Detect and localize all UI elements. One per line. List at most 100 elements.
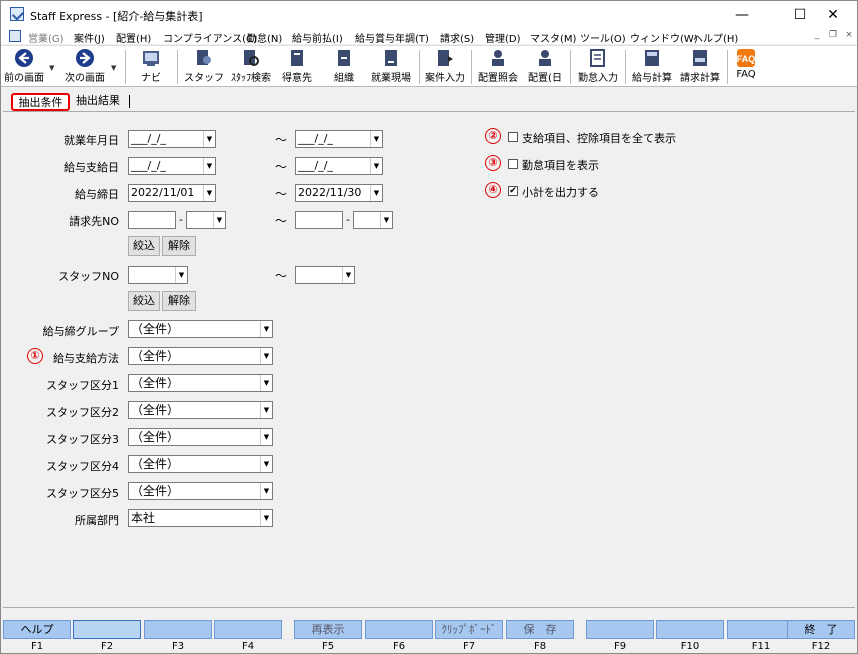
menu-compliance[interactable]: コンプライアンス(C) (163, 30, 257, 45)
closing-date-from[interactable]: 2022/11/01 ▼ (128, 184, 216, 202)
closing-date-label: 給与締日 (75, 188, 119, 201)
work-date-from[interactable]: ___/_/_ ▼ (128, 130, 216, 148)
show-attendance-label[interactable]: 勤怠項目を表示 (522, 157, 599, 173)
marker-1: ① (27, 348, 43, 364)
faq-button[interactable]: FAQ FAQ (731, 48, 761, 86)
close-button[interactable]: ✕ (811, 1, 855, 29)
f4-button[interactable] (214, 620, 282, 639)
back-button[interactable]: 前の画面 (3, 48, 45, 86)
staff-class4-label: スタッフ区分4 (46, 460, 119, 473)
menu-attendance[interactable]: 勤怠(N) (247, 30, 282, 45)
mdi-close-button[interactable]: × (843, 30, 855, 42)
staff-no-from[interactable]: ▼ (128, 266, 188, 284)
toolbar: 前の画面 ▼ 次の画面 ▼ ナビ スタッフ ｽﾀｯﾌ検索 得意先 組織 就業現場… (1, 45, 857, 87)
f10-button[interactable] (656, 620, 724, 639)
staff-button[interactable]: スタッフ (183, 48, 225, 86)
billing-calc-icon (693, 50, 707, 66)
f7-clipboard-button[interactable]: ｸﾘｯﾌﾟﾎﾞｰﾄﾞ (435, 620, 503, 639)
client-clear-button[interactable]: 解除 (162, 236, 196, 256)
staff-label: スタッフ (184, 73, 224, 84)
f8-save-button[interactable]: 保 存 (506, 620, 574, 639)
back-arrow-icon (15, 49, 33, 67)
forward-button[interactable]: 次の画面 (61, 48, 109, 86)
client-narrow-button[interactable]: 絞込 (128, 236, 160, 256)
title-bar: Staff Express - [紹介-給与集計表] — ☐ ✕ (1, 1, 857, 29)
workplace-label: 就業現場 (371, 73, 411, 84)
work-date-to[interactable]: ___/_/_ ▼ (295, 130, 383, 148)
placement-day-button[interactable]: 配置(日 (525, 48, 565, 86)
f1-help-button[interactable]: ヘルプ (3, 620, 71, 639)
staff-search-button[interactable]: ｽﾀｯﾌ検索 (229, 48, 273, 86)
f11-button[interactable] (727, 620, 795, 639)
f6-button[interactable] (365, 620, 433, 639)
billing-calc-button[interactable]: 請求計算 (677, 48, 723, 86)
attendance-input-button[interactable]: 勤怠入力 (575, 48, 621, 86)
placement-query-button[interactable]: 配置照会 (475, 48, 521, 86)
staff-class5-select[interactable]: （全件） ▼ (128, 482, 273, 500)
closing-group-select[interactable]: （全件） ▼ (128, 320, 273, 338)
client-no-from-branch[interactable]: ▼ (186, 211, 226, 229)
client-no-from-input[interactable] (128, 211, 176, 229)
case-input-icon (438, 50, 453, 66)
minimize-button[interactable]: — (720, 1, 764, 29)
staff-narrow-button[interactable]: 絞込 (128, 291, 160, 311)
f12-exit-button[interactable]: 終 了 (787, 620, 855, 639)
menu-payroll[interactable]: 給与賞与年調(T) (355, 30, 429, 45)
organization-button[interactable]: 組織 (324, 48, 364, 86)
tab-extraction-results[interactable]: 抽出結果 (76, 93, 120, 111)
show-all-items-label[interactable]: 支給項目、控除項目を全て表示 (522, 130, 676, 146)
closing-date-to[interactable]: 2022/11/30 ▼ (295, 184, 383, 202)
department-select[interactable]: 本社 ▼ (128, 509, 273, 527)
staff-no-label: スタッフNO (58, 270, 119, 283)
staff-clear-button[interactable]: 解除 (162, 291, 196, 311)
menu-billing[interactable]: 請求(S) (440, 30, 474, 45)
show-all-items-checkbox[interactable] (508, 132, 518, 142)
conditions-panel: 就業年月日 ___/_/_ ▼ ～ ___/_/_ ▼ 給与支給日 ___/_/_ ▼… (3, 111, 855, 608)
menu-advance-pay[interactable]: 給与前払(I) (292, 30, 343, 45)
show-attendance-checkbox[interactable] (508, 159, 518, 169)
menu-placement[interactable]: 配置(H) (116, 30, 151, 45)
f3-button[interactable] (144, 620, 212, 639)
staff-class2-select[interactable]: （全件） ▼ (128, 401, 273, 419)
menu-admin[interactable]: 管理(D) (485, 30, 521, 45)
staff-class4-select[interactable]: （全件） ▼ (128, 455, 273, 473)
workplace-button[interactable]: 就業現場 (368, 48, 414, 86)
f2-label: F2 (100, 641, 114, 652)
output-subtotal-checkbox[interactable]: ✔ (508, 186, 518, 196)
client-no-to-branch[interactable]: ▼ (353, 211, 393, 229)
staff-no-to[interactable]: ▼ (295, 266, 355, 284)
pay-date-to[interactable]: ___/_/_ ▼ (295, 157, 383, 175)
menu-tools[interactable]: ツール(O) (580, 30, 626, 45)
client-label: 得意先 (282, 73, 312, 84)
menu-case[interactable]: 案件(J) (74, 30, 105, 45)
mdi-minimize-button[interactable]: _ (811, 30, 823, 42)
menu-sales[interactable]: 営業(G) (28, 30, 64, 45)
case-input-button[interactable]: 案件入力 (423, 48, 467, 86)
pay-date-from[interactable]: ___/_/_ ▼ (128, 157, 216, 175)
payroll-calc-button[interactable]: 給与計算 (629, 48, 675, 86)
staff-search-icon (244, 50, 259, 66)
staff-class1-select[interactable]: （全件） ▼ (128, 374, 273, 392)
f2-button[interactable] (73, 620, 141, 639)
pay-method-select[interactable]: （全件） ▼ (128, 347, 273, 365)
back-dropdown-icon[interactable]: ▼ (49, 64, 54, 72)
range-tilde: ～ (275, 133, 288, 147)
mdi-restore-button[interactable]: ❐ (827, 30, 839, 42)
menu-window[interactable]: ウィンドウ(W) (630, 30, 698, 45)
f9-button[interactable] (586, 620, 654, 639)
menu-help[interactable]: ヘルプ(H) (693, 30, 738, 45)
client-button[interactable]: 得意先 (277, 48, 317, 86)
forward-dropdown-icon[interactable]: ▼ (111, 64, 116, 72)
client-no-to-input[interactable] (295, 211, 343, 229)
f5-refresh-button[interactable]: 再表示 (294, 620, 362, 639)
menu-master[interactable]: マスタ(M) (530, 30, 576, 45)
placement-day-icon (539, 50, 551, 66)
staff-class5-label: スタッフ区分5 (46, 487, 119, 500)
client-no-label: 請求先NO (69, 215, 119, 228)
faq-label: FAQ (736, 69, 756, 80)
staff-class3-select[interactable]: （全件） ▼ (128, 428, 273, 446)
tab-extraction-conditions[interactable]: 抽出条件 (11, 93, 70, 111)
navi-button[interactable]: ナビ (131, 48, 171, 86)
forward-label: 次の画面 (65, 73, 105, 84)
output-subtotal-label[interactable]: 小計を出力する (522, 184, 599, 200)
